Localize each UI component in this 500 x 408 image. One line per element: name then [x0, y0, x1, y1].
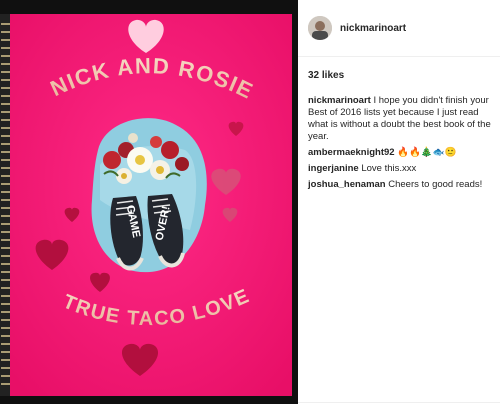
post-sidebar: nickmarinoart 32 likes nickmarinoart I h…: [298, 0, 500, 408]
comment-username[interactable]: ingerjanine: [308, 163, 359, 174]
comment-username[interactable]: ambermaeknight92: [308, 147, 395, 158]
book-cover-image: NICK AND ROSIE GAME OVER! TRUE TACO LOVE: [0, 0, 298, 404]
comment-text: Cheers to good reads!: [388, 179, 483, 190]
comment-item: nickmarinoart I hope you didn't finish y…: [308, 95, 496, 143]
instagram-post: NICK AND ROSIE GAME OVER! TRUE TACO LOVE…: [0, 0, 500, 408]
comment-item: joshua_henaman Cheers to good reads!: [308, 179, 496, 191]
comment-username[interactable]: joshua_henaman: [308, 179, 386, 190]
comment-item: ambermaeknight92 🔥🔥🎄🐟🙂: [308, 147, 496, 159]
post-photo[interactable]: NICK AND ROSIE GAME OVER! TRUE TACO LOVE: [0, 0, 298, 404]
divider: [298, 402, 500, 403]
comment-text: 🔥🔥🎄🐟🙂: [397, 147, 457, 158]
post-header: nickmarinoart: [298, 0, 500, 57]
post-username[interactable]: nickmarinoart: [340, 23, 406, 34]
comment-item: ingerjanine Love this.xxx: [308, 163, 496, 175]
comment-text: Love this.xxx: [361, 163, 417, 174]
likes-count[interactable]: 32 likes: [308, 70, 344, 81]
comment-username[interactable]: nickmarinoart: [308, 95, 371, 106]
comments-list: nickmarinoart I hope you didn't finish y…: [308, 95, 496, 195]
avatar[interactable]: [308, 16, 332, 40]
